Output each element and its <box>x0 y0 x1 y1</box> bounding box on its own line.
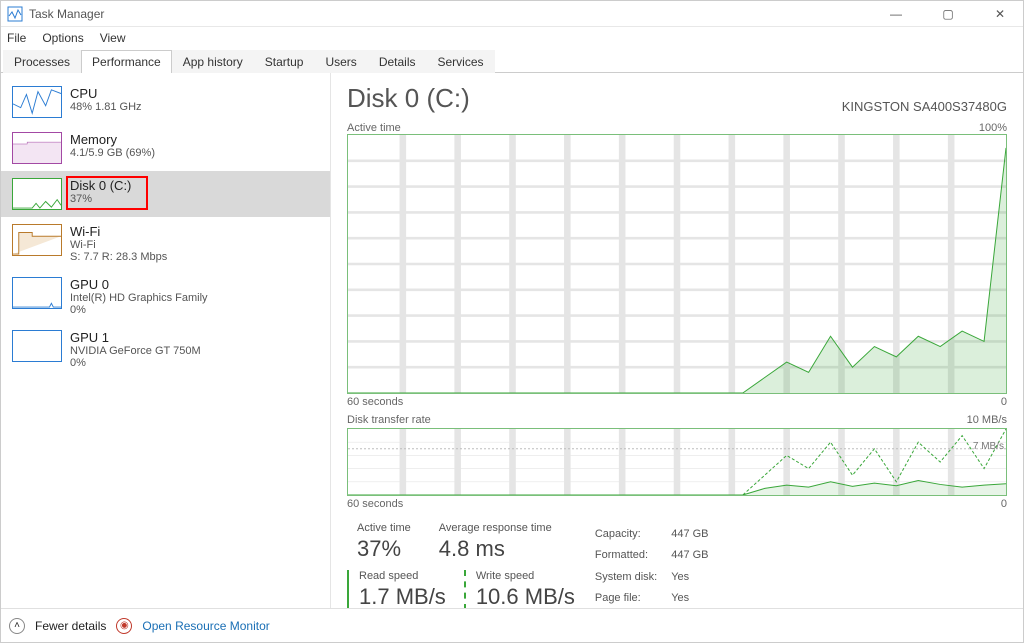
menubar: File Options View <box>1 27 1023 49</box>
formatted-label: Formatted: <box>595 546 669 566</box>
window-title: Task Manager <box>29 7 879 21</box>
capacity-value: 447 GB <box>671 524 720 544</box>
menu-options[interactable]: Options <box>42 31 83 45</box>
sidebar-gpu0-sub2: 0% <box>70 304 208 316</box>
minimize-button[interactable]: — <box>879 7 913 21</box>
titlebar: Task Manager — ▢ ✕ <box>1 1 1023 27</box>
cpu-sparkline-icon <box>12 86 62 118</box>
write-speed-value: 10.6 MB/s <box>476 584 575 608</box>
stats-row: Active time 37% Average response time 4.… <box>347 522 1007 608</box>
maximize-button[interactable]: ▢ <box>931 7 965 21</box>
response-time-value: 4.8 ms <box>439 536 552 562</box>
sidebar-wifi-label: Wi-Fi <box>70 224 167 239</box>
tab-services[interactable]: Services <box>427 50 495 73</box>
chevron-up-icon[interactable]: ˄ <box>9 618 25 634</box>
graph1-label: Active time <box>347 122 401 134</box>
window-controls: — ▢ ✕ <box>879 7 1017 21</box>
sidebar-gpu0-sub1: Intel(R) HD Graphics Family <box>70 292 208 304</box>
close-button[interactable]: ✕ <box>983 7 1017 21</box>
system-disk-value: Yes <box>671 567 720 587</box>
sidebar-item-gpu0[interactable]: GPU 0 Intel(R) HD Graphics Family 0% <box>1 270 330 323</box>
graph2-label: Disk transfer rate <box>347 414 431 426</box>
page-file-value: Yes <box>671 589 720 609</box>
sidebar-item-cpu[interactable]: CPU 48% 1.81 GHz <box>1 79 330 125</box>
menu-file[interactable]: File <box>7 31 26 45</box>
wifi-sparkline-icon <box>12 224 62 256</box>
sidebar-disk-label: Disk 0 (C:) <box>70 178 131 193</box>
sidebar-cpu-label: CPU <box>70 86 142 101</box>
graph2-xleft: 60 seconds <box>347 498 403 510</box>
tab-users[interactable]: Users <box>314 50 367 73</box>
tab-processes[interactable]: Processes <box>3 50 81 73</box>
sidebar-item-disk[interactable]: Disk 0 (C:) 37% <box>1 171 330 217</box>
graph2-xright: 0 <box>1001 498 1007 510</box>
sidebar-gpu0-label: GPU 0 <box>70 277 208 292</box>
read-speed-value: 1.7 MB/s <box>359 584 446 608</box>
gpu0-sparkline-icon <box>12 277 62 309</box>
active-time-graph <box>347 134 1007 394</box>
tabstrip: Processes Performance App history Startu… <box>1 49 1023 73</box>
sidebar-gpu1-sub1: NVIDIA GeForce GT 750M <box>70 345 201 357</box>
active-time-label: Active time <box>357 522 411 534</box>
disk-model: KINGSTON SA400S37480G <box>842 99 1007 114</box>
page-file-label: Page file: <box>595 589 669 609</box>
write-speed-label: Write speed <box>476 570 575 582</box>
main-panel: Disk 0 (C:) KINGSTON SA400S37480G Active… <box>331 73 1023 608</box>
tab-startup[interactable]: Startup <box>254 50 315 73</box>
tab-performance[interactable]: Performance <box>81 50 172 73</box>
menu-view[interactable]: View <box>100 31 126 45</box>
fewer-details-link[interactable]: Fewer details <box>35 619 106 633</box>
resource-monitor-icon: ◉ <box>116 618 132 634</box>
sidebar-memory-label: Memory <box>70 132 155 147</box>
sidebar-gpu1-label: GPU 1 <box>70 330 201 345</box>
graph1-xright: 0 <box>1001 396 1007 408</box>
sidebar-memory-sub: 4.1/5.9 GB (69%) <box>70 147 155 159</box>
sidebar-item-wifi[interactable]: Wi-Fi Wi-Fi S: 7.7 R: 28.3 Mbps <box>1 217 330 270</box>
read-speed-label: Read speed <box>359 570 446 582</box>
response-time-label: Average response time <box>439 522 552 534</box>
graph1-xleft: 60 seconds <box>347 396 403 408</box>
open-resource-monitor-link[interactable]: Open Resource Monitor <box>142 619 269 633</box>
sidebar-gpu1-sub2: 0% <box>70 357 201 369</box>
footer: ˄ Fewer details ◉ Open Resource Monitor <box>1 608 1023 642</box>
sidebar-cpu-sub: 48% 1.81 GHz <box>70 101 142 113</box>
disk-info-table: Capacity:447 GB Formatted:447 GB System … <box>593 522 723 608</box>
sidebar-wifi-sub2: S: 7.7 R: 28.3 Mbps <box>70 251 167 263</box>
task-manager-window: Task Manager — ▢ ✕ File Options View Pro… <box>0 0 1024 643</box>
sidebar-item-gpu1[interactable]: GPU 1 NVIDIA GeForce GT 750M 0% <box>1 323 330 376</box>
disk-sparkline-icon <box>12 178 62 210</box>
page-title: Disk 0 (C:) <box>347 83 470 114</box>
tab-app-history[interactable]: App history <box>172 50 254 73</box>
graph2-ref: 7 MB/s <box>973 441 1004 452</box>
graph2-max: 10 MB/s <box>967 414 1007 426</box>
graph1-max: 100% <box>979 122 1007 134</box>
system-disk-label: System disk: <box>595 567 669 587</box>
transfer-rate-graph: 7 MB/s <box>347 428 1007 496</box>
active-time-value: 37% <box>357 536 411 562</box>
tab-details[interactable]: Details <box>368 50 427 73</box>
gpu1-sparkline-icon <box>12 330 62 362</box>
sidebar-item-memory[interactable]: Memory 4.1/5.9 GB (69%) <box>1 125 330 171</box>
sidebar-wifi-sub1: Wi-Fi <box>70 239 167 251</box>
sidebar: CPU 48% 1.81 GHz Memory 4.1/5.9 GB (69%) <box>1 73 331 608</box>
app-icon <box>7 6 23 22</box>
capacity-label: Capacity: <box>595 524 669 544</box>
sidebar-disk-sub: 37% <box>70 193 131 205</box>
memory-sparkline-icon <box>12 132 62 164</box>
formatted-value: 447 GB <box>671 546 720 566</box>
